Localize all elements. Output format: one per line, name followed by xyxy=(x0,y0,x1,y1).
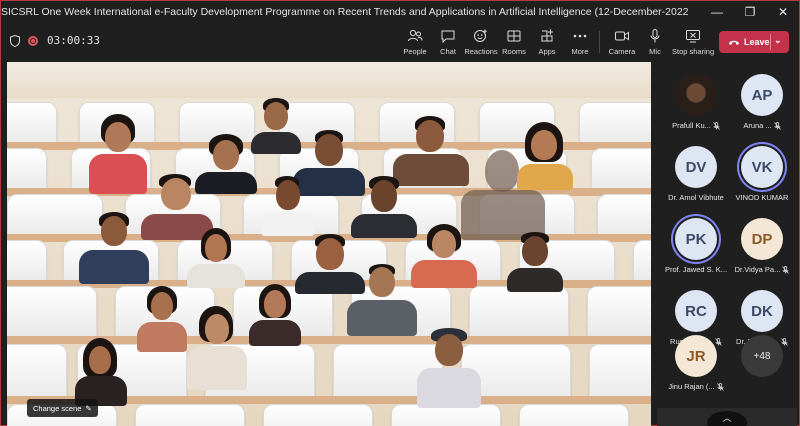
mic-muted-icon xyxy=(716,382,724,391)
avatar: AP xyxy=(741,74,783,116)
participant-name: Aruna ... xyxy=(743,121,772,130)
shield-icon[interactable] xyxy=(10,35,20,47)
leave-label: Leave xyxy=(744,37,770,47)
auditorium-wall xyxy=(7,62,651,98)
mic-muted-icon xyxy=(781,337,788,346)
change-scene-label: Change scene xyxy=(33,403,82,413)
mic-muted-icon xyxy=(713,121,720,130)
window-title: SICSRL One Week International e-Faculty … xyxy=(1,6,689,18)
more-label: More xyxy=(571,47,589,56)
participant-tile[interactable]: JR Jinu Rajan (... xyxy=(663,323,729,395)
avatar: PK xyxy=(675,218,717,260)
together-mode-stage: Change scene ✎ xyxy=(7,62,651,426)
avatar: DV xyxy=(675,146,717,188)
title-bar: SICSRL One Week International e-Faculty … xyxy=(1,1,799,23)
participant-name: Dr.Vidya Pa... xyxy=(734,265,781,274)
mic-button[interactable]: Mic xyxy=(635,28,675,58)
close-button[interactable]: ✕ xyxy=(767,1,799,23)
chat-icon xyxy=(441,30,455,44)
meeting-timer: 03:00:33 xyxy=(47,34,100,47)
stop-sharing-label: Stop sharing xyxy=(672,47,715,56)
participant-name: Prof. Jawed S. K... xyxy=(664,265,728,274)
phone-hangup-icon xyxy=(729,40,739,45)
people-icon xyxy=(408,29,423,42)
participant-roster: Prafull Ku... AP Aruna ... DV Dr. Amol V… xyxy=(657,62,797,426)
participant-name: Prafull Ku... xyxy=(672,121,711,130)
participant-name: Dr. Amol Vibhute xyxy=(668,193,724,202)
participant-name: VINOD KUMAR xyxy=(735,193,789,202)
participant-tile[interactable]: DP Dr.Vidya Pa... xyxy=(729,206,795,278)
avatar: DK xyxy=(741,290,783,332)
avatar: VK xyxy=(741,146,783,188)
leave-button[interactable]: Leave ⌄ xyxy=(719,31,789,53)
recording-indicator-icon xyxy=(28,36,38,46)
change-scene-button[interactable]: Change scene ✎ xyxy=(27,399,98,417)
leave-divider xyxy=(770,34,771,50)
avatar: JR xyxy=(675,335,717,377)
participant-tile[interactable]: PK Prof. Jawed S. K... xyxy=(663,206,729,278)
camera-icon xyxy=(615,31,629,41)
reactions-icon xyxy=(474,29,487,42)
participant-tile[interactable]: AP Aruna ... xyxy=(729,62,795,134)
avatar: DP xyxy=(741,218,783,260)
meeting-toolbar: 03:00:33 People Chat Reactions Rooms App… xyxy=(1,23,799,61)
mic-label: Mic xyxy=(649,47,661,56)
mic-muted-icon xyxy=(773,121,781,130)
pencil-icon: ✎ xyxy=(85,403,92,413)
minimize-button[interactable]: — xyxy=(701,1,733,23)
participant-tile[interactable]: Prafull Ku... xyxy=(663,62,729,134)
teams-meeting-window: SICSRL One Week International e-Faculty … xyxy=(0,0,800,426)
participant-tile[interactable]: VK VINOD KUMAR xyxy=(729,134,795,206)
apps-icon xyxy=(541,29,553,42)
more-button[interactable]: More xyxy=(560,28,600,58)
avatar xyxy=(675,74,717,116)
participant-tile[interactable]: DV Dr. Amol Vibhute xyxy=(663,134,729,206)
participant-name: Jinu Rajan (... xyxy=(668,382,715,391)
mic-icon xyxy=(650,29,660,43)
mic-muted-icon xyxy=(782,265,790,274)
more-icon xyxy=(573,34,587,38)
toolbar-divider xyxy=(599,31,600,53)
more-participants-button[interactable]: +48 xyxy=(741,335,783,377)
rooms-icon xyxy=(507,30,521,42)
stop-sharing-button[interactable]: Stop sharing xyxy=(672,28,714,58)
restore-button[interactable]: ❐ xyxy=(734,1,766,23)
stop-sharing-icon xyxy=(686,30,700,43)
chevron-down-icon[interactable]: ⌄ xyxy=(774,35,782,46)
